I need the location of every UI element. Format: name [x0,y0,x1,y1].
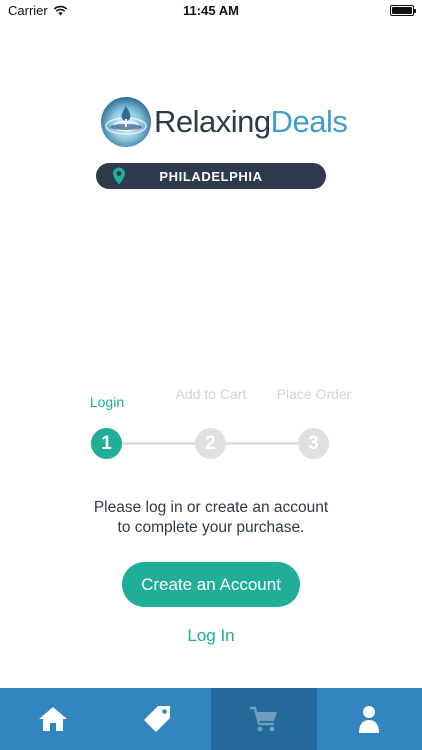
city-selector[interactable]: PHILADELPHIA [96,163,326,189]
create-account-button[interactable]: Create an Account [122,562,300,607]
step-circle-2: 2 [195,428,226,459]
tag-icon [144,706,171,732]
tab-bar [0,688,422,750]
status-time: 11:45 AM [183,3,239,18]
tab-home[interactable] [0,688,106,750]
step-circle-3: 3 [298,428,329,459]
step-label-login: Login [89,394,125,410]
step-circle-1: 1 [91,428,122,459]
step-label-place-order: Place Order [276,386,352,402]
login-prompt-message: Please log in or create an account to co… [0,498,422,538]
brand-name: RelaxingDeals [154,104,348,140]
location-pin-icon [113,167,125,185]
login-prompt-line-1: Please log in or create an account [93,499,329,516]
city-name: PHILADELPHIA [159,168,263,184]
brand-logo: RelaxingDeals [100,96,348,148]
tab-cart[interactable] [211,688,317,750]
status-bar: Carrier 11:45 AM [0,0,422,22]
step-label-add-to-cart: Add to Cart [175,386,247,402]
home-icon [38,707,67,731]
user-icon [359,706,380,733]
tab-account[interactable] [317,688,422,750]
tab-deals[interactable] [106,688,212,750]
step-connector-1 [122,442,196,445]
log-in-link[interactable]: Log In [0,626,422,646]
step-connector-2 [225,442,299,445]
cart-icon [249,706,277,732]
brand-name-part2: Deals [270,104,348,139]
brand-name-part1: Relaxing [154,104,271,139]
water-drop-logo-icon [101,97,151,147]
login-prompt-line-2: to complete your purchase. [117,519,305,536]
battery-icon [390,5,416,16]
